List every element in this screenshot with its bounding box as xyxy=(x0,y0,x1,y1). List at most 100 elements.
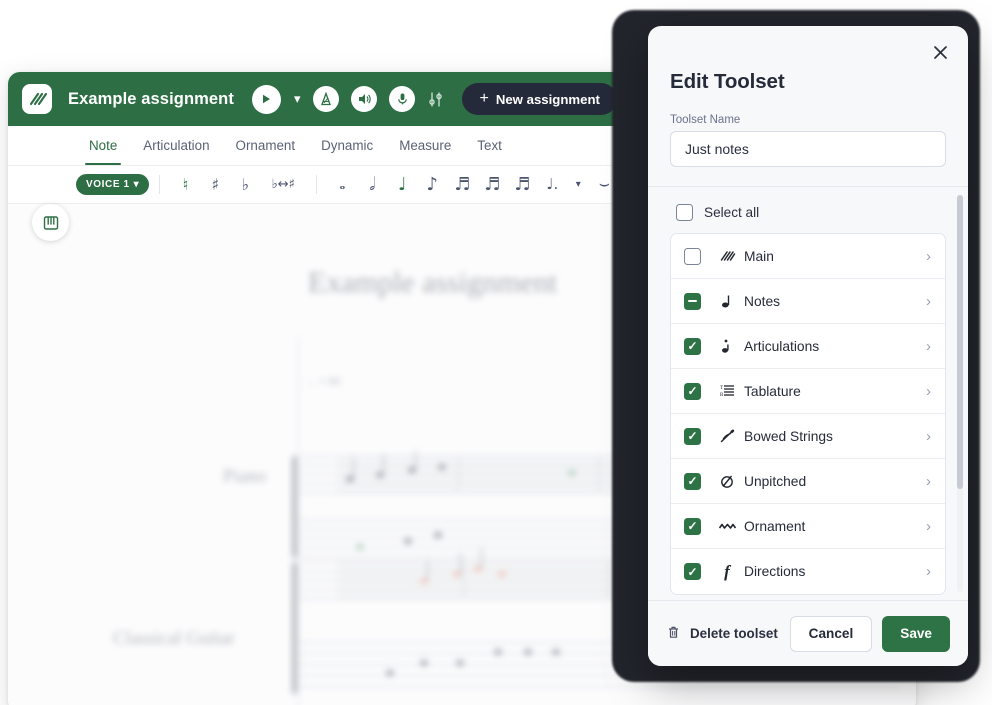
item-label: Tablature xyxy=(744,383,801,399)
toolset-name-value: Just notes xyxy=(685,141,749,157)
chevron-right-icon[interactable]: › xyxy=(926,383,933,400)
list-item[interactable]: ✓ Unpitched › xyxy=(671,459,945,504)
tab-ornament[interactable]: Ornament xyxy=(223,126,309,165)
toolset-list: Main › Notes › ✓ Articulations › ✓ T B T… xyxy=(670,233,946,595)
chevron-right-icon[interactable]: › xyxy=(926,338,933,355)
piano-keys-icon[interactable] xyxy=(32,204,69,241)
voice-label: VOICE 1 xyxy=(86,179,130,190)
screen: Example assignment ▾ + New assignment No… xyxy=(0,0,992,705)
chevron-right-icon[interactable]: › xyxy=(926,473,933,490)
select-all-row[interactable]: Select all xyxy=(670,201,946,233)
tablature-staff-icon: T B xyxy=(710,383,744,400)
system-left-edge xyxy=(298,336,299,705)
tab-measure[interactable]: Measure xyxy=(386,126,464,165)
item-checkbox-unpitched[interactable]: ✓ xyxy=(684,472,701,490)
list-item[interactable]: ✓ Ornament › xyxy=(671,504,945,549)
main-lines-icon xyxy=(710,248,744,265)
chevron-down-icon[interactable]: ▾ xyxy=(294,91,301,107)
tab-text-label: Text xyxy=(477,138,502,153)
new-assignment-button[interactable]: + New assignment xyxy=(462,83,617,115)
microphone-icon[interactable] xyxy=(389,86,416,112)
assignment-title: Example assignment xyxy=(68,89,234,108)
cancel-label: Cancel xyxy=(808,626,854,641)
item-checkbox-ornament[interactable]: ✓ xyxy=(684,517,701,535)
cancel-button[interactable]: Cancel xyxy=(789,615,873,652)
list-item[interactable]: ✓ Bowed Strings › xyxy=(671,414,945,459)
play-icon[interactable] xyxy=(251,84,281,114)
plus-icon: + xyxy=(479,90,489,107)
flat-accidental-button[interactable]: ♭ xyxy=(230,176,260,193)
dotted-note-button[interactable]: ♩. xyxy=(537,177,567,192)
list-item[interactable]: ✓ f Directions › xyxy=(671,549,945,594)
sixteenth-note-button[interactable]: ♬ xyxy=(447,175,477,194)
item-checkbox-directions[interactable]: ✓ xyxy=(684,563,701,580)
score-title: Example assignment xyxy=(308,266,558,299)
sixtyfourth-note-button[interactable]: ♬ xyxy=(507,175,537,194)
list-scrollbar-thumb[interactable] xyxy=(957,195,963,489)
item-checkbox-bowed-strings[interactable]: ✓ xyxy=(684,427,701,445)
volume-icon[interactable] xyxy=(351,86,378,112)
voice-selector[interactable]: VOICE 1 ▾ xyxy=(76,174,150,195)
thirtysecond-note-button[interactable]: ♬ xyxy=(477,175,507,194)
metronome-icon[interactable] xyxy=(313,86,340,112)
select-all-checkbox[interactable] xyxy=(676,204,693,221)
mixer-sliders-icon[interactable] xyxy=(427,91,444,108)
item-label: Main xyxy=(744,248,774,264)
chevron-right-icon[interactable]: › xyxy=(926,293,933,310)
tab-articulation-label: Articulation xyxy=(143,138,210,153)
item-label: Unpitched xyxy=(744,473,807,489)
close-icon[interactable] xyxy=(926,38,954,66)
list-item[interactable]: ✓ Articulations › xyxy=(671,324,945,369)
tab-dynamic[interactable]: Dynamic xyxy=(308,126,386,165)
item-label: Notes xyxy=(744,293,781,309)
tab-dynamic-label: Dynamic xyxy=(321,138,374,153)
tab-text[interactable]: Text xyxy=(464,126,515,165)
delete-toolset-button[interactable]: Delete toolset xyxy=(666,625,778,643)
instrument-label-piano: Piano xyxy=(223,466,267,487)
list-item[interactable]: Main › xyxy=(671,234,945,279)
violin-bow-icon xyxy=(710,428,744,445)
crossed-circle-icon xyxy=(710,473,744,490)
item-label: Ornament xyxy=(744,518,806,534)
item-label: Directions xyxy=(744,564,806,579)
svg-text:B: B xyxy=(720,393,724,398)
svg-text:T: T xyxy=(720,386,723,391)
dot-dropdown-button[interactable]: ▾ xyxy=(567,179,589,190)
flowkey-lines-logo[interactable] xyxy=(22,84,52,114)
select-all-label: Select all xyxy=(704,205,760,220)
chevron-right-icon[interactable]: › xyxy=(926,518,933,535)
new-assignment-label: New assignment xyxy=(495,91,600,107)
save-button[interactable]: Save xyxy=(882,615,950,652)
modal-footer: Delete toolset Cancel Save xyxy=(648,600,968,666)
list-item[interactable]: Notes › xyxy=(671,279,945,324)
eighth-note-button[interactable]: ♪ xyxy=(417,175,447,194)
enharmonic-toggle-button[interactable]: ♭↔♯ xyxy=(260,178,306,191)
item-checkbox-articulations[interactable]: ✓ xyxy=(684,337,701,355)
chevron-right-icon[interactable]: › xyxy=(926,428,933,445)
tab-note[interactable]: Note xyxy=(76,126,130,165)
chevron-right-icon[interactable]: › xyxy=(926,563,933,580)
list-scrollbar[interactable] xyxy=(957,195,963,592)
item-checkbox-tablature[interactable]: ✓ xyxy=(684,382,701,400)
toolset-scroll-area[interactable]: Select all Main › Notes › ✓ Articulation… xyxy=(648,187,968,600)
item-checkbox-notes[interactable] xyxy=(684,292,701,310)
trash-icon xyxy=(666,625,681,643)
forte-dynamic-icon: f xyxy=(724,561,730,581)
item-label: Articulations xyxy=(744,338,820,354)
tab-ornament-label: Ornament xyxy=(235,138,296,153)
caret-down-icon: ▾ xyxy=(133,179,140,190)
half-note-button[interactable]: 𝅗𝅥 xyxy=(357,175,387,194)
natural-accidental-button[interactable]: ♮ xyxy=(170,176,200,193)
item-label: Bowed Strings xyxy=(744,428,833,444)
edit-toolset-modal: Edit Toolset Toolset Name Just notes Sel… xyxy=(648,26,968,666)
chevron-right-icon[interactable]: › xyxy=(926,248,933,265)
toolset-name-label: Toolset Name xyxy=(670,114,741,126)
item-checkbox-main[interactable] xyxy=(684,247,701,265)
quarter-note-button[interactable]: ♩ xyxy=(387,175,417,194)
staccato-note-icon xyxy=(710,338,744,355)
tab-articulation[interactable]: Articulation xyxy=(130,126,222,165)
toolset-name-input[interactable]: Just notes xyxy=(670,131,946,167)
list-item[interactable]: ✓ T B Tablature › xyxy=(671,369,945,414)
whole-note-button[interactable]: 𝅝 xyxy=(327,177,357,192)
sharp-accidental-button[interactable]: ♯ xyxy=(200,176,230,193)
